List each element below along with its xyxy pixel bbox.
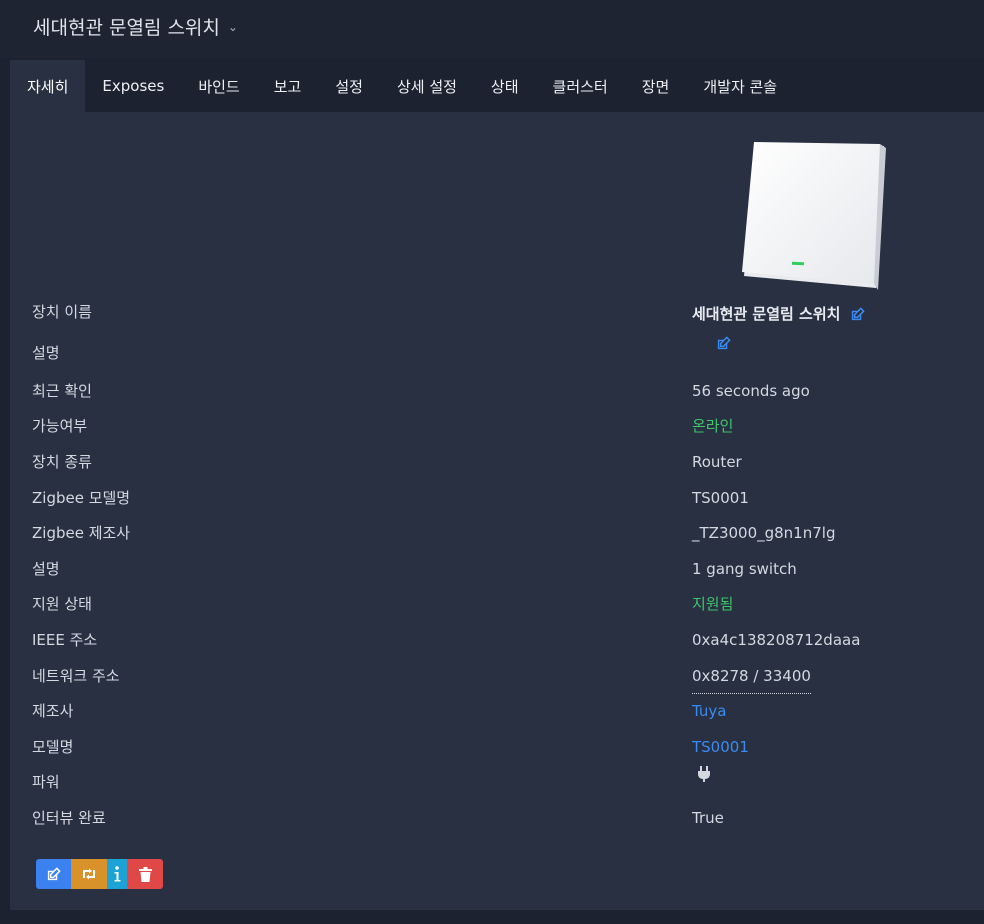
- power-label: 파워: [32, 773, 60, 791]
- model-description-value: 1 gang switch: [692, 560, 797, 578]
- row-model: 모델명 TS0001: [0, 730, 984, 764]
- tab-settings[interactable]: 설정: [318, 60, 380, 112]
- ieee-address-value: 0xa4c138208712daaa: [692, 631, 861, 649]
- row-device-type: 장치 종류 Router: [0, 445, 984, 479]
- last-seen-value: 56 seconds ago: [692, 382, 810, 400]
- retweet-icon: [83, 868, 95, 880]
- interview-completed-value: True: [692, 809, 724, 827]
- tab-settings-specific[interactable]: 상세 설정: [380, 60, 474, 112]
- tab-state[interactable]: 상태: [474, 60, 536, 112]
- trash-icon: [138, 866, 152, 882]
- device-type-label: 장치 종류: [32, 453, 92, 471]
- ieee-address-label: IEEE 주소: [32, 631, 98, 649]
- delete-button[interactable]: [127, 859, 163, 889]
- page-title: 세대현관 문열림 스위치: [33, 17, 220, 39]
- row-availability: 가능여부 온라인: [0, 409, 984, 443]
- info-icon: [114, 866, 121, 882]
- availability-label: 가능여부: [32, 417, 88, 435]
- manufacturer-link[interactable]: Tuya: [692, 694, 726, 728]
- interview-button[interactable]: [107, 859, 127, 889]
- device-image: [742, 142, 886, 290]
- zigbee-model-value: TS0001: [692, 489, 749, 507]
- model-description-label: 설명: [32, 560, 60, 578]
- row-model-description: 설명 1 gang switch: [0, 552, 984, 586]
- tab-exposes[interactable]: Exposes: [85, 60, 181, 112]
- row-device-name: 장치 이름 세대현관 문열림 스위치: [0, 295, 984, 329]
- tab-bind[interactable]: 바인드: [181, 60, 256, 112]
- zigbee-manufacturer-value: _TZ3000_g8n1n7lg: [692, 524, 836, 542]
- support-status-value: 지원됨: [692, 595, 734, 613]
- manufacturer-label: 제조사: [32, 702, 74, 720]
- network-address-value: 0x8278 / 33400: [692, 659, 811, 694]
- tab-scene[interactable]: 장면: [625, 60, 687, 112]
- row-ieee-address: IEEE 주소 0xa4c138208712daaa: [0, 623, 984, 657]
- chevron-down-icon: ⌄: [227, 19, 238, 34]
- last-seen-label: 최근 확인: [32, 382, 92, 400]
- tab-dev-console[interactable]: 개발자 콘솔: [686, 60, 794, 112]
- row-manufacturer: 제조사 Tuya: [0, 694, 984, 728]
- interview-completed-label: 인터뷰 완료: [32, 809, 106, 827]
- action-button-group: [36, 859, 163, 889]
- model-link[interactable]: TS0001: [692, 730, 749, 764]
- row-last-seen: 최근 확인 56 seconds ago: [0, 374, 984, 408]
- availability-value: 온라인: [692, 417, 734, 435]
- tab-bar: 자세히 Exposes 바인드 보고 설정 상세 설정 상태 클러스터 장면 개…: [10, 60, 984, 112]
- edit-icon: [47, 866, 61, 880]
- device-name-value: 세대현관 문열림 스위치: [692, 305, 841, 323]
- edit-icon[interactable]: [850, 306, 866, 322]
- plug-icon: [698, 766, 710, 782]
- reconfigure-button[interactable]: [71, 859, 107, 889]
- header-bar: 세대현관 문열림 스위치 ⌄: [0, 0, 984, 58]
- row-network-address: 네트워크 주소 0x8278 / 33400: [0, 659, 984, 694]
- row-zigbee-manufacturer: Zigbee 제조사 _TZ3000_g8n1n7lg: [0, 516, 984, 550]
- zigbee-model-label: Zigbee 모델명: [32, 489, 131, 507]
- row-zigbee-model: Zigbee 모델명 TS0001: [0, 481, 984, 515]
- device-type-value: Router: [692, 453, 742, 471]
- row-description: 설명: [0, 336, 984, 370]
- zigbee-manufacturer-label: Zigbee 제조사: [32, 524, 131, 542]
- row-interview-completed: 인터뷰 완료 True: [0, 801, 984, 835]
- tab-details[interactable]: 자세히: [10, 60, 86, 112]
- edit-icon[interactable]: [716, 336, 731, 351]
- rename-button[interactable]: [36, 859, 71, 889]
- tab-clusters[interactable]: 클러스터: [536, 60, 625, 112]
- network-address-label: 네트워크 주소: [32, 667, 120, 685]
- device-title-dropdown[interactable]: 세대현관 문열림 스위치 ⌄: [33, 13, 238, 40]
- tab-reporting[interactable]: 보고: [257, 60, 319, 112]
- row-support-status: 지원 상태 지원됨: [0, 587, 984, 621]
- support-status-label: 지원 상태: [32, 595, 92, 613]
- device-name-label: 장치 이름: [32, 303, 92, 321]
- description-label: 설명: [32, 344, 60, 362]
- row-power: 파워: [0, 765, 984, 799]
- model-label: 모델명: [32, 738, 74, 756]
